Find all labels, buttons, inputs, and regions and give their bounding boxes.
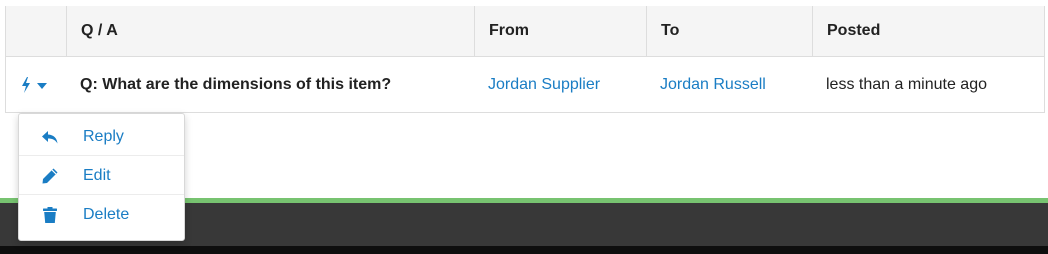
posted-time: less than a minute ago	[826, 76, 987, 93]
lightning-bolt-icon	[22, 77, 47, 93]
reply-icon	[42, 131, 58, 144]
header-to[interactable]: To	[646, 6, 812, 56]
actions-dropdown-toggle[interactable]	[20, 75, 56, 95]
header-qa[interactable]: Q / A	[66, 6, 474, 56]
menu-item-delete[interactable]: Delete	[19, 196, 184, 234]
actions-dropdown-menu: Reply Edit Delete	[18, 113, 185, 241]
header-actions	[6, 6, 66, 56]
table-header: Q / A From To Posted	[6, 6, 1044, 57]
menu-item-delete-label: Delete	[83, 206, 130, 223]
header-from[interactable]: From	[474, 6, 646, 56]
table-row: Q: What are the dimensions of this item?…	[6, 57, 1044, 112]
footer-bottom-strip	[0, 246, 1048, 254]
question-text[interactable]: Q: What are the dimensions of this item?	[66, 57, 474, 112]
row-actions-cell	[6, 57, 66, 112]
qa-table: Q / A From To Posted Q: What are the dim…	[5, 6, 1045, 113]
caret-down-icon	[37, 83, 47, 89]
from-link[interactable]: Jordan Supplier	[474, 57, 646, 112]
menu-item-edit-label: Edit	[83, 167, 111, 184]
to-link[interactable]: Jordan Russell	[646, 57, 812, 112]
pencil-icon	[42, 168, 58, 184]
header-posted[interactable]: Posted	[812, 6, 1044, 56]
trash-icon	[43, 207, 57, 223]
menu-item-edit[interactable]: Edit	[19, 157, 184, 195]
menu-item-reply-label: Reply	[83, 128, 124, 145]
menu-item-reply[interactable]: Reply	[19, 118, 184, 156]
